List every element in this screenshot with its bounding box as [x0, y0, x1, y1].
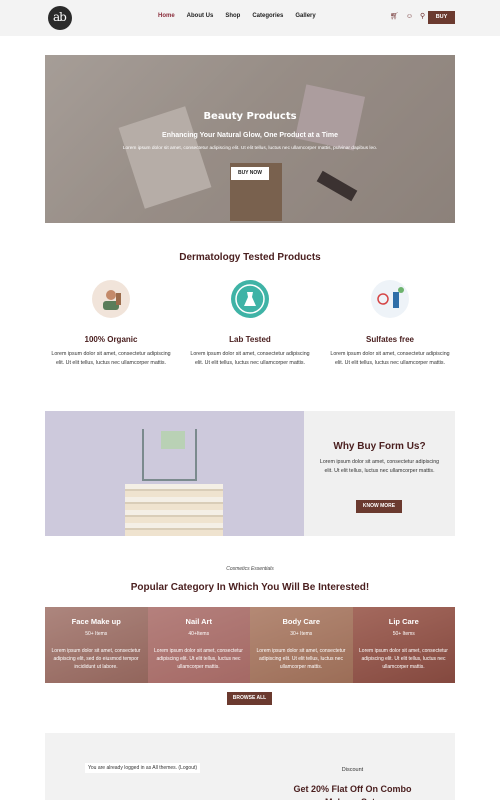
- why-buy-text: Lorem ipsum dolor sit amet, consectetur …: [319, 459, 440, 474]
- category-card-lip-care[interactable]: Lip Care 50+ Items Lorem ipsum dolor sit…: [352, 607, 455, 683]
- category-title: Body Care: [282, 617, 320, 626]
- hero-banner: Beauty Products Enhancing Your Natural G…: [45, 55, 455, 223]
- nav-gallery[interactable]: Gallery: [295, 13, 315, 19]
- category-card-body-care[interactable]: Body Care 30+ Items Lorem ipsum dolor si…: [250, 607, 353, 683]
- category-title: Nail Art: [185, 617, 212, 626]
- logo-text: ab: [53, 10, 67, 24]
- category-cards: Face Make up 50+ Items Lorem ipsum dolor…: [45, 607, 455, 683]
- header-icons: 🛒︎ ☺ ⚲: [390, 13, 425, 21]
- category-count: 40+Items: [188, 631, 210, 637]
- why-buy-title: Why Buy Form Us?: [333, 441, 426, 452]
- cart-icon[interactable]: 🛒︎: [390, 13, 399, 21]
- feature-title: Sulfates free: [365, 335, 415, 344]
- site-logo[interactable]: ab: [48, 6, 72, 30]
- nav-about-us[interactable]: About Us: [187, 13, 214, 19]
- category-text: Lorem ipsum dolor sit amet, consectetur …: [256, 648, 346, 670]
- nav-shop[interactable]: Shop: [225, 13, 240, 19]
- user-icon[interactable]: ☺: [406, 13, 413, 21]
- feature-text: Lorem ipsum dolor sit amet, consectetur …: [51, 351, 171, 366]
- why-buy-image: [45, 411, 304, 536]
- category-text: Lorem ipsum dolor sit amet, consectetur …: [154, 648, 243, 670]
- derma-section-title: Dermatology Tested Products: [179, 252, 321, 263]
- categories-eyebrow: Cosmetics Essentials: [226, 566, 274, 572]
- hero-subtitle: Enhancing Your Natural Glow, One Product…: [162, 132, 338, 139]
- logged-in-notice[interactable]: You are already logged in as All themes.…: [85, 763, 201, 773]
- categories-title: Popular Category In Which You Will Be In…: [130, 582, 370, 593]
- feature-text: Lorem ipsum dolor sit amet, consectetur …: [190, 351, 310, 366]
- feature-text: Lorem ipsum dolor sit amet, consectetur …: [330, 351, 450, 366]
- nav-home[interactable]: Home: [158, 13, 175, 19]
- stacked-books: [125, 484, 223, 536]
- category-count: 50+ Items: [392, 631, 415, 637]
- feature-title: 100% Organic: [84, 335, 138, 344]
- nav-categories[interactable]: Categories: [252, 13, 283, 19]
- shopping-cart-illustration: [142, 429, 197, 481]
- feature-lab-tested: Lab Tested Lorem ipsum dolor sit amet, c…: [180, 280, 320, 368]
- header-buy-button[interactable]: BUY: [428, 11, 455, 24]
- feature-organic: 100% Organic Lorem ipsum dolor sit amet,…: [41, 280, 181, 368]
- category-card-nail-art[interactable]: Nail Art 40+Items Lorem ipsum dolor sit …: [147, 607, 250, 683]
- category-text: Lorem ipsum dolor sit amet, consectetur …: [51, 648, 141, 670]
- category-title: Face Make up: [71, 617, 121, 626]
- search-icon[interactable]: ⚲: [420, 13, 425, 21]
- category-title: Lip Care: [388, 617, 419, 626]
- organic-icon: [92, 280, 130, 318]
- why-buy-panel: Why Buy Form Us? Lorem ipsum dolor sit a…: [304, 411, 455, 536]
- category-text: Lorem ipsum dolor sit amet, consectetur …: [359, 648, 448, 670]
- buy-now-button[interactable]: BUY NOW: [231, 167, 269, 180]
- discount-section: You are already logged in as All themes.…: [45, 733, 455, 800]
- hero-overlay: [45, 55, 455, 223]
- discount-eyebrow: Discount: [341, 767, 364, 773]
- feature-title: Lab Tested: [229, 335, 271, 344]
- category-count: 50+ Items: [85, 631, 108, 637]
- category-card-face-make-up[interactable]: Face Make up 50+ Items Lorem ipsum dolor…: [45, 607, 148, 683]
- know-more-button[interactable]: KNOW MORE: [356, 500, 402, 513]
- hero-text: Lorem ipsum dolor sit amet, consectetur …: [122, 146, 378, 151]
- main-nav: Home About Us Shop Categories Gallery: [158, 13, 316, 19]
- sulfates-free-icon: [371, 280, 409, 318]
- hero-title: Beauty Products: [203, 111, 297, 122]
- feature-sulfates-free: Sulfates free Lorem ipsum dolor sit amet…: [320, 280, 460, 368]
- site-header: ab Home About Us Shop Categories Gallery…: [0, 0, 500, 36]
- lab-tested-badge-icon: [231, 280, 269, 318]
- discount-title: Get 20% Flat Off On Combo Makeup Sets: [293, 784, 412, 800]
- browse-all-button[interactable]: BROWSE ALL: [227, 692, 272, 705]
- category-count: 30+ Items: [290, 631, 313, 637]
